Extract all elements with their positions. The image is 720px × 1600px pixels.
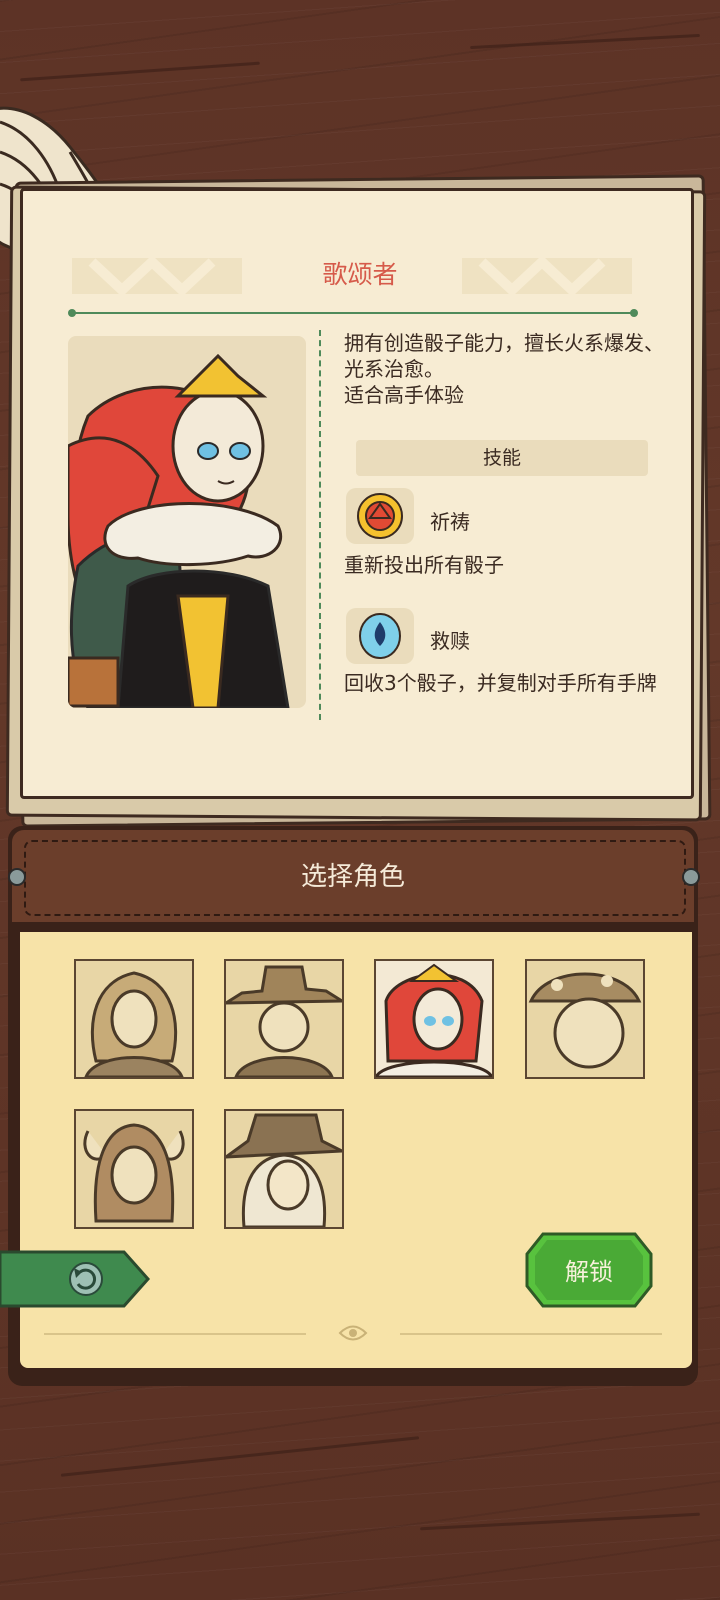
panel-title: 选择角色 bbox=[300, 862, 405, 892]
description-text: 拥有创造骰子能力，擅长火系爆发、光系治愈。 bbox=[344, 331, 664, 381]
recommendation-text: 适合高手体验 bbox=[344, 383, 464, 407]
witch-hat-character-icon bbox=[226, 1113, 342, 1227]
column-divider bbox=[319, 330, 321, 720]
character-slot-cowboy-hat[interactable] bbox=[224, 959, 344, 1079]
character-slot-horned[interactable] bbox=[74, 1109, 194, 1229]
footer-divider bbox=[400, 1333, 662, 1335]
back-button[interactable] bbox=[0, 1250, 150, 1308]
curly-hair-character-icon bbox=[84, 971, 184, 1077]
unlock-button-label[interactable]: 解锁 bbox=[525, 1252, 653, 1287]
singer-character-icon bbox=[376, 963, 492, 1077]
character-slot-singer[interactable] bbox=[374, 959, 494, 1079]
sun-dice-icon bbox=[346, 488, 414, 544]
singer-portrait-icon bbox=[68, 353, 290, 708]
cowboy-hat-character-icon bbox=[226, 965, 342, 1077]
mushroom-character-icon bbox=[528, 972, 642, 1069]
rivet-icon bbox=[682, 868, 700, 886]
skill-description-pray: 重新投出所有骰子 bbox=[344, 553, 504, 577]
skills-header: 技能 bbox=[356, 440, 648, 476]
character-description: 拥有创造骰子能力，擅长火系爆发、光系治愈。 适合高手体验 bbox=[344, 330, 674, 408]
character-portrait bbox=[68, 336, 306, 708]
title-ornament-right bbox=[462, 258, 632, 294]
horned-character-icon bbox=[83, 1123, 185, 1223]
undo-arrow-icon bbox=[69, 1262, 103, 1296]
rivet-icon bbox=[8, 868, 26, 886]
title-ornament-left bbox=[72, 258, 242, 294]
eye-icon bbox=[338, 1325, 368, 1341]
character-slot-witch-hat[interactable] bbox=[224, 1109, 344, 1229]
skill-name-pray: 祈祷 bbox=[430, 510, 470, 534]
footer-divider bbox=[44, 1333, 306, 1335]
skill-description-redemption: 回收3个骰子，并复制对手所有手牌 bbox=[344, 671, 657, 695]
blue-skull-icon bbox=[346, 608, 414, 664]
character-slot-mushroom[interactable] bbox=[525, 959, 645, 1079]
skill-name-redemption: 救赎 bbox=[430, 629, 470, 653]
character-slot-curly-hair[interactable] bbox=[74, 959, 194, 1079]
title-divider bbox=[68, 309, 638, 317]
character-name: 歌颂者 bbox=[322, 260, 398, 289]
